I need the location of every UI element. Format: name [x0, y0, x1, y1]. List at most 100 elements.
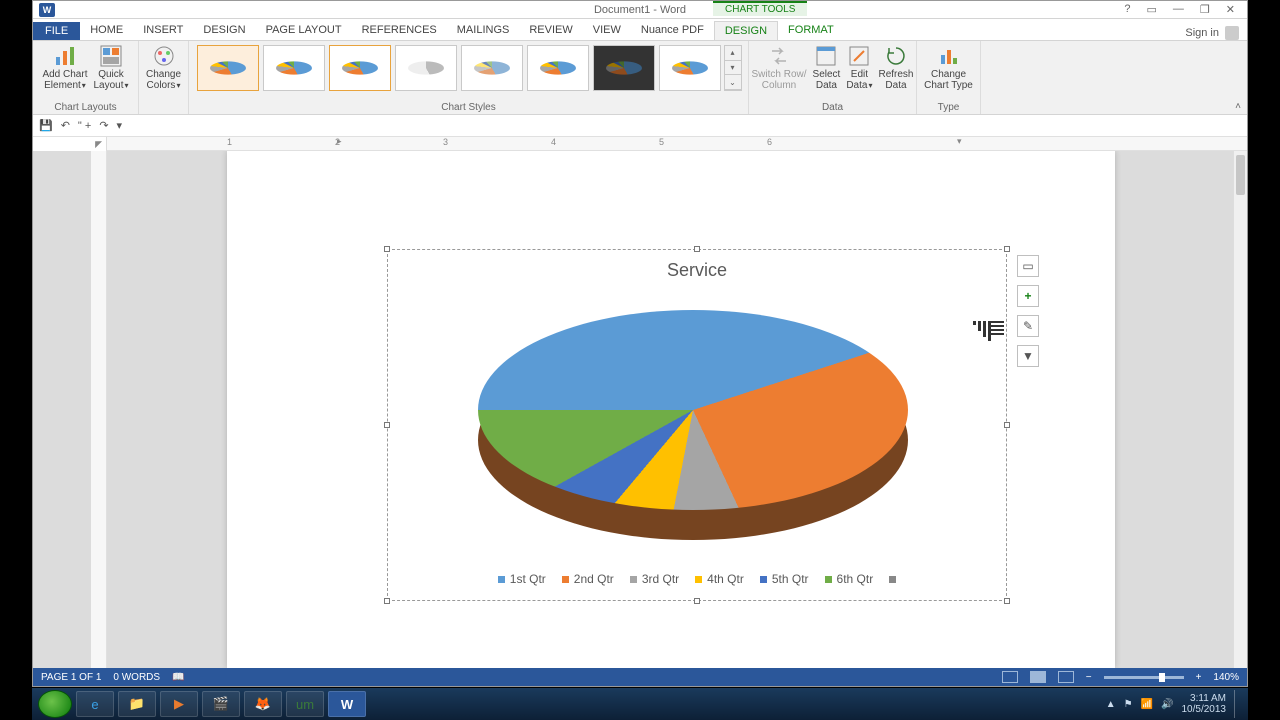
refresh-data-button[interactable]: Refresh Data	[876, 43, 915, 93]
chart-object[interactable]: Service 1st Qtr 2nd Qtr 3rd Qtr 4th Qtr 5th …	[387, 249, 1007, 601]
select-data-button[interactable]: Select Data	[811, 43, 843, 93]
redo-icon[interactable]: ↷	[99, 119, 108, 132]
chart-styles-button[interactable]: ✎	[1017, 315, 1039, 337]
taskbar-app-internet-explorer[interactable]: e	[76, 691, 114, 717]
indent-marker-icon[interactable]: ▸	[337, 137, 342, 147]
pie-chart[interactable]	[478, 310, 908, 560]
chart-style-thumb[interactable]	[461, 45, 523, 91]
legend-item[interactable]: 1st Qtr	[498, 572, 546, 586]
taskbar-app-file-explorer[interactable]: 📁	[118, 691, 156, 717]
chart-style-thumb[interactable]	[527, 45, 589, 91]
chart-legend[interactable]: 1st Qtr 2nd Qtr 3rd Qtr 4th Qtr 5th Qtr 6th Q…	[388, 572, 1006, 586]
taskbar-app-app-um[interactable]: um	[286, 691, 324, 717]
title-bar: W Document1 - Word CHART TOOLS ? ▭ — ❐ ✕	[33, 1, 1247, 19]
indent-marker-icon[interactable]: ▾	[957, 137, 962, 147]
undo-icon[interactable]: ↶	[61, 119, 70, 132]
legend-item[interactable]: 6th Qtr	[825, 572, 874, 586]
zoom-slider[interactable]	[1104, 676, 1184, 679]
ruler-horizontal[interactable]: ◤ 123456▸▾	[33, 137, 1247, 151]
resize-handle[interactable]	[694, 598, 700, 604]
taskbar-app-word[interactable]: W	[328, 691, 366, 717]
chart-style-thumb[interactable]	[263, 45, 325, 91]
save-icon[interactable]: 💾	[39, 119, 53, 132]
chart-title[interactable]: Service	[388, 260, 1006, 281]
switch-row-column-button[interactable]: Switch Row/ Column	[750, 43, 809, 93]
legend-item[interactable]: 4th Qtr	[695, 572, 744, 586]
chart-elements-button[interactable]: +	[1017, 285, 1039, 307]
word-count[interactable]: 0 WORDS	[113, 672, 160, 683]
taskbar-app-firefox[interactable]: 🦊	[244, 691, 282, 717]
ribbon-display-options-icon[interactable]: ▭	[1143, 3, 1161, 16]
taskbar-clock[interactable]: 3:11 AM 10/5/2013	[1182, 693, 1227, 715]
resize-handle[interactable]	[384, 246, 390, 252]
zoom-in-icon[interactable]: +	[1196, 672, 1202, 683]
resize-handle[interactable]	[1004, 598, 1010, 604]
change-chart-type-button[interactable]: Change Chart Type	[922, 43, 975, 93]
layout-options-button[interactable]: ▭	[1017, 255, 1039, 277]
edit-data-button[interactable]: Edit Data	[844, 43, 874, 93]
chart-style-thumb[interactable]	[659, 45, 721, 91]
vertical-scrollbar[interactable]	[1233, 151, 1247, 668]
sign-in-link[interactable]: Sign in	[1185, 26, 1247, 40]
show-desktop-button[interactable]	[1234, 690, 1242, 718]
change-colors-button[interactable]: Change Colors	[144, 43, 183, 93]
tab-insert[interactable]: INSERT	[133, 21, 193, 40]
web-layout-view-icon[interactable]	[1058, 671, 1074, 683]
resize-handle[interactable]	[694, 246, 700, 252]
tray-network-icon[interactable]: 📶	[1141, 699, 1153, 710]
ruler-vertical[interactable]	[91, 151, 107, 668]
tab-design[interactable]: DESIGN	[714, 21, 778, 40]
legend-item[interactable]	[889, 572, 896, 586]
minimize-icon[interactable]: —	[1169, 3, 1188, 16]
page-indicator[interactable]: PAGE 1 OF 1	[41, 672, 101, 683]
tab-review[interactable]: REVIEW	[519, 21, 582, 40]
legend-label: 2nd Qtr	[574, 572, 614, 586]
zoom-level[interactable]: 140%	[1213, 672, 1239, 683]
tab-references[interactable]: REFERENCES	[352, 21, 447, 40]
tab-view[interactable]: VIEW	[583, 21, 631, 40]
resize-handle[interactable]	[384, 422, 390, 428]
chart-filters-button[interactable]: ▼	[1017, 345, 1039, 367]
tray-volume-icon[interactable]: 🔊	[1161, 699, 1173, 710]
chart-style-thumb[interactable]	[395, 45, 457, 91]
scrollbar-thumb[interactable]	[1236, 155, 1245, 195]
resize-handle[interactable]	[384, 598, 390, 604]
tab-home[interactable]: HOME	[80, 21, 133, 40]
zoom-out-icon[interactable]: −	[1086, 672, 1092, 683]
tab-file[interactable]: FILE	[33, 22, 80, 40]
collapse-ribbon-icon[interactable]: ˄	[1235, 101, 1241, 112]
taskbar-app-clapper[interactable]: 🎬	[202, 691, 240, 717]
chart-style-thumb[interactable]	[329, 45, 391, 91]
taskbar-app-media-player[interactable]: ▶	[160, 691, 198, 717]
help-icon[interactable]: ?	[1120, 3, 1134, 16]
resize-handle[interactable]	[1004, 246, 1010, 252]
proofing-icon[interactable]: 📖	[172, 672, 184, 683]
tab-format[interactable]: FORMAT	[778, 21, 844, 40]
page[interactable]: Service 1st Qtr 2nd Qtr 3rd Qtr 4th Qtr 5th …	[227, 151, 1115, 668]
quick-layout-button[interactable]: Quick Layout	[91, 43, 130, 93]
close-icon[interactable]: ✕	[1222, 3, 1239, 16]
tab-nuance-pdf[interactable]: Nuance PDF	[631, 21, 714, 40]
read-mode-view-icon[interactable]	[1002, 671, 1018, 683]
chart-style-thumb[interactable]	[593, 45, 655, 91]
text-wrap-icon[interactable]	[973, 321, 1007, 341]
tray-show-hidden-icon[interactable]: ▲	[1106, 699, 1116, 710]
gallery-scroll-icon[interactable]: ▴	[725, 46, 741, 61]
resize-handle[interactable]	[1004, 422, 1010, 428]
gallery-scroll-icon[interactable]: ▾	[725, 61, 741, 76]
restore-icon[interactable]: ❐	[1196, 3, 1214, 16]
tab-mailings[interactable]: MAILINGS	[447, 21, 520, 40]
tab-page-layout[interactable]: PAGE LAYOUT	[256, 21, 352, 40]
print-layout-view-icon[interactable]	[1030, 671, 1046, 683]
tab-design[interactable]: DESIGN	[193, 21, 255, 40]
legend-item[interactable]: 3rd Qtr	[630, 572, 679, 586]
gallery-scroll-icon[interactable]: ⌄	[725, 75, 741, 90]
legend-item[interactable]: 2nd Qtr	[562, 572, 614, 586]
add-chart-element-button[interactable]: Add Chart Element	[40, 43, 89, 93]
ribbon: Add Chart Element Quick Layout Chart Lay…	[33, 41, 1247, 115]
legend-item[interactable]: 5th Qtr	[760, 572, 809, 586]
tray-action-center-icon[interactable]: ⚑	[1124, 699, 1133, 710]
chart-style-thumb[interactable]	[197, 45, 259, 91]
start-button[interactable]	[38, 690, 72, 718]
qat-customize-icon[interactable]: ▾	[117, 119, 123, 132]
